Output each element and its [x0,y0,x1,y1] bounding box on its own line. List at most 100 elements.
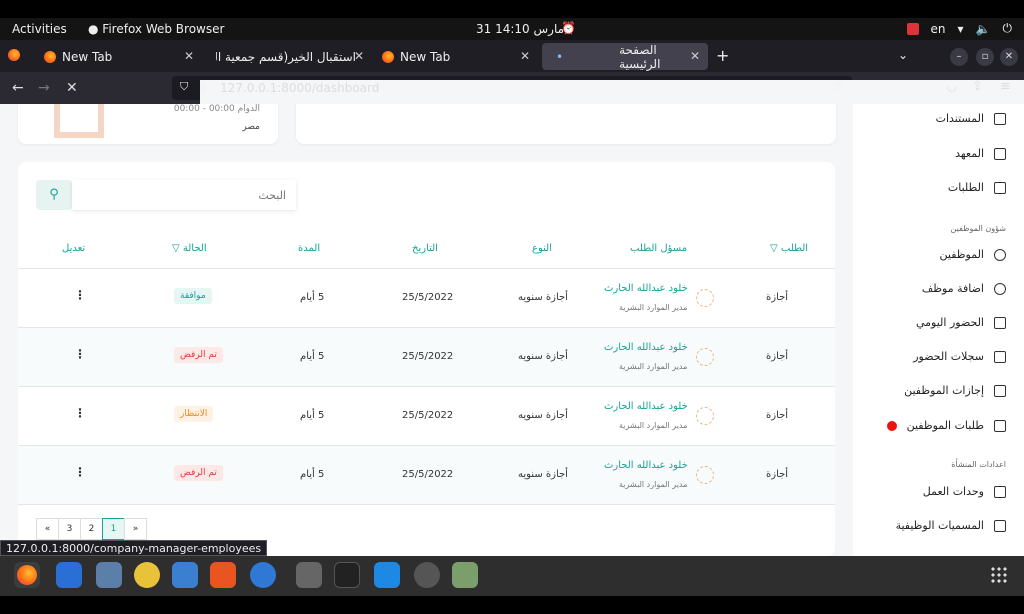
language-indicator[interactable]: en [931,22,946,36]
system-tray[interactable]: en ▾ 🔈 ⏻ [906,21,1012,36]
tab-3[interactable]: New Tab ✕ [372,43,538,70]
cell-owner-name[interactable]: خلود عبدالله الحارث [604,460,688,471]
show-apps-icon[interactable] [990,566,1008,584]
stats-card [296,104,836,144]
thunderbird-dock-icon[interactable] [56,562,82,588]
header-status[interactable]: الحالة ▽ [172,243,207,254]
table-row[interactable]: أجازة خلود عبدالله الحارث مدير الموارد الب… [18,387,835,446]
page-1-current[interactable]: 1 [102,518,125,540]
menu-icon[interactable]: ≡ [1000,79,1011,94]
firefox-dock-icon[interactable] [14,562,40,588]
sidebar-item-job-titles[interactable]: المسميات الوظيفية [896,519,1006,532]
close-tab-icon[interactable]: ✕ [354,49,364,63]
sidebar-item-add-employee[interactable]: اضافة موظف [922,282,1006,295]
sidebar-item-documents[interactable]: المستندات [936,112,1006,125]
header-request[interactable]: الطلب ▽ [770,243,808,254]
sidebar-item-attendance-logs[interactable]: سجلات الحضور [913,350,1006,363]
user-icon [994,248,1006,261]
sidebar-item-requests[interactable]: الطلبات [948,181,1006,194]
search-input[interactable] [72,180,296,210]
new-tab-button[interactable]: + [716,46,729,65]
sidebar-item-work-units[interactable]: وحدات العمل [923,485,1006,498]
user-plus-icon [994,282,1006,295]
table-row[interactable]: أجازة خلود عبدالله الحارث مدير الموارد الب… [18,446,835,505]
cell-owner-name[interactable]: خلود عبدالله الحارث [604,342,688,353]
header-owner: مسؤل الطلب [630,243,688,254]
cell-date: 25/5/2022 [402,292,454,303]
tracking-shield-icon[interactable]: ⛉ [180,80,188,94]
back-button[interactable]: ← [12,80,24,96]
files-dock-icon[interactable] [96,562,122,588]
close-tab-icon[interactable]: ✕ [184,49,194,63]
page-2[interactable]: 2 [80,518,103,540]
minimize-button[interactable]: – [950,48,968,66]
table-row[interactable]: أجازة خلود عبدالله الحارث مدير الموارد الب… [18,269,835,328]
android-studio-dock-icon[interactable] [414,562,440,588]
maximize-button[interactable]: ▫ [976,48,994,66]
sidebar: المستندات المعهد الطلبات شؤون الموظفين ا… [853,104,1024,556]
page-last[interactable]: » [124,518,147,540]
tab-1[interactable]: New Tab ✕ [34,43,202,70]
settings-dock-icon[interactable] [296,562,322,588]
cell-owner-name[interactable]: خلود عبدالله الحارث [604,401,688,412]
cell-owner-role: مدير الموارد البشرية [619,303,688,312]
sidebar-section-settings: اعدادات المنشأة [951,460,1006,469]
close-tab-icon[interactable]: ✕ [690,49,700,63]
writer-dock-icon[interactable] [172,562,198,588]
forward-button[interactable]: → [38,80,50,96]
tab-2[interactable]: استقبال الخير(قسم جمعية الدع ✕ [206,43,372,70]
sidebar-item-daily-attendance[interactable]: الحضور اليومي [916,316,1006,329]
page-3[interactable]: 3 [58,518,81,540]
filter-icon: ▽ [172,243,180,254]
close-tab-icon[interactable]: ✕ [520,49,530,63]
url-text[interactable]: 127.0.0.1:8000/dashboard [220,81,379,95]
extensions-icon[interactable]: ⇪ [972,79,983,94]
header-edit: تعديل [62,243,86,254]
inbox-icon [994,181,1006,194]
sidebar-item-employees[interactable]: الموظفين [940,248,1006,261]
firefox-view-icon[interactable] [8,49,20,61]
clock[interactable]: 31 مارس 14:10 [476,22,564,36]
requests-panel: ⚲ الطلب ▽ مسؤل الطلب النوع التاريخ المدة… [18,162,835,556]
sidebar-item-institute[interactable]: المعهد [955,147,1006,160]
header-type: النوع [532,243,552,254]
id-card-icon [994,519,1006,532]
row-actions-icon[interactable]: ⋮ [74,288,86,302]
sidebar-item-employee-requests[interactable]: طلبات الموظفين [886,419,1006,432]
list-tabs-icon[interactable]: ⌄ [898,48,908,62]
rhythmbox-dock-icon[interactable] [134,562,160,588]
company-logo [54,104,104,138]
terminal-dock-icon[interactable] [334,562,360,588]
company-country: مصر [242,122,260,132]
sidebar-item-employee-leaves[interactable]: إجازات الموظفين [904,384,1006,397]
box-icon [994,147,1006,160]
software-dock-icon[interactable] [210,562,236,588]
search-button[interactable]: ⚲ [36,180,72,210]
cell-owner-name[interactable]: خلود عبدالله الحارث [604,283,688,294]
web-page: الدوام 00:00 - 00:00 مصر ⚲ الطلب ▽ مسؤل … [0,104,1024,556]
calendar-icon [994,350,1006,363]
stop-button[interactable]: ✕ [66,80,78,96]
tab-4-active[interactable]: • الصفحة الرئيسية ✕ [542,43,708,71]
table-row[interactable]: أجازة خلود عبدالله الحارث مدير الموارد الب… [18,328,835,387]
bookmark-star-icon[interactable]: ☆ [832,79,844,94]
status-badge: الانتظار [174,406,214,422]
app-menu[interactable]: ● Firefox Web Browser [88,22,224,36]
row-actions-icon[interactable]: ⋮ [74,347,86,361]
pocket-icon[interactable]: ◡ [946,79,957,94]
url-field[interactable]: ⛉ ▯ 127.0.0.1:8000/dashboard ☆ [172,76,1024,532]
cell-request: أجازة [766,410,789,421]
help-dock-icon[interactable] [250,562,276,588]
close-window-button[interactable]: ✕ [1000,48,1018,66]
row-actions-icon[interactable]: ⋮ [74,465,86,479]
volume-icon: 🔈 [975,21,991,36]
app-name: Firefox Web Browser [102,22,225,36]
tab-bar: New Tab ✕ استقبال الخير(قسم جمعية الدع ✕… [0,40,1024,72]
activities-button[interactable]: Activities [12,22,67,36]
page-first[interactable]: « [36,518,59,540]
vscode-dock-icon[interactable] [374,562,400,588]
row-actions-icon[interactable]: ⋮ [74,406,86,420]
company-card: الدوام 00:00 - 00:00 مصر [18,104,278,144]
trash-dock-icon[interactable] [452,562,478,588]
cell-request: أجازة [766,292,789,303]
